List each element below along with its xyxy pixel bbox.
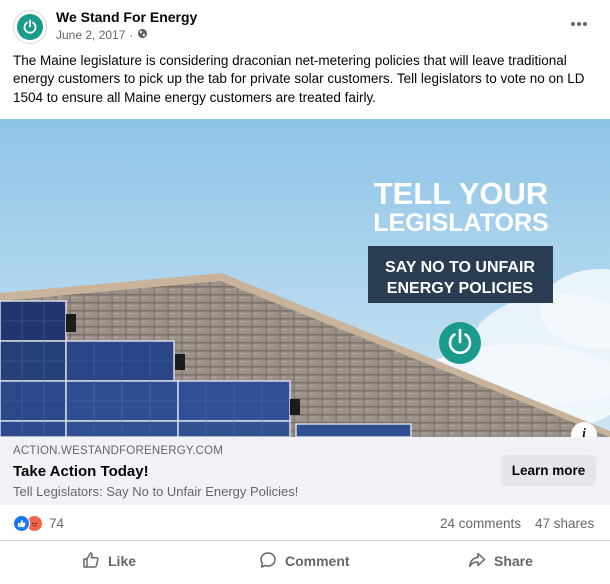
post-body-text: The Maine legislature is considering dra… (13, 53, 585, 105)
ad-image[interactable]: TELL YOUR LEGISLATORS SAY NO TO UNFAIR E… (0, 119, 610, 437)
power-icon (17, 14, 43, 40)
link-domain: ACTION.WESTANDFORENERGY.COM (13, 445, 224, 457)
post-header: We Stand For Energy June 2, 2017 · (0, 0, 610, 50)
link-preview[interactable]: ACTION.WESTANDFORENERGY.COM Take Action … (0, 437, 610, 505)
reaction-count: 74 (49, 516, 65, 531)
globe-icon (137, 28, 148, 42)
like-button[interactable]: Like (82, 541, 136, 581)
like-label: Like (108, 553, 137, 569)
share-label: Share (494, 553, 533, 569)
comment-icon (259, 551, 277, 572)
like-reaction-icon (13, 515, 30, 532)
share-icon (468, 551, 486, 572)
page-name[interactable]: We Stand For Energy (56, 9, 197, 25)
link-title: Take Action Today! (13, 463, 149, 480)
comment-button[interactable]: Comment (259, 541, 350, 581)
engagement-stats: 74 24 comments 47 shares (0, 505, 610, 541)
ad-banner-line1: SAY NO TO UNFAIR (385, 259, 535, 276)
reactions-summary[interactable]: 74 (13, 515, 64, 532)
comment-label: Comment (285, 553, 350, 569)
page-avatar[interactable] (13, 10, 47, 44)
post-meta: June 2, 2017 · (56, 28, 148, 42)
shares-count[interactable]: 47 shares (535, 516, 594, 531)
post-date[interactable]: June 2, 2017 (56, 28, 125, 42)
post-actions: Like Comment Share (0, 541, 610, 581)
comments-count[interactable]: 24 comments (440, 516, 521, 531)
thumbs-up-icon (82, 551, 100, 572)
ad-info-label: i (582, 425, 586, 437)
link-description: Tell Legislators: Say No to Unfair Energ… (13, 484, 299, 499)
power-logo-icon (439, 322, 481, 364)
learn-more-button[interactable]: Learn more (501, 455, 596, 486)
more-options-icon[interactable] (566, 14, 592, 34)
share-button[interactable]: Share (468, 541, 533, 581)
ad-headline-line2: LEGISLATORS (373, 209, 548, 237)
ad-headline-line1: TELL YOUR (374, 176, 549, 211)
ad-banner-line2: ENERGY POLICIES (387, 280, 534, 297)
